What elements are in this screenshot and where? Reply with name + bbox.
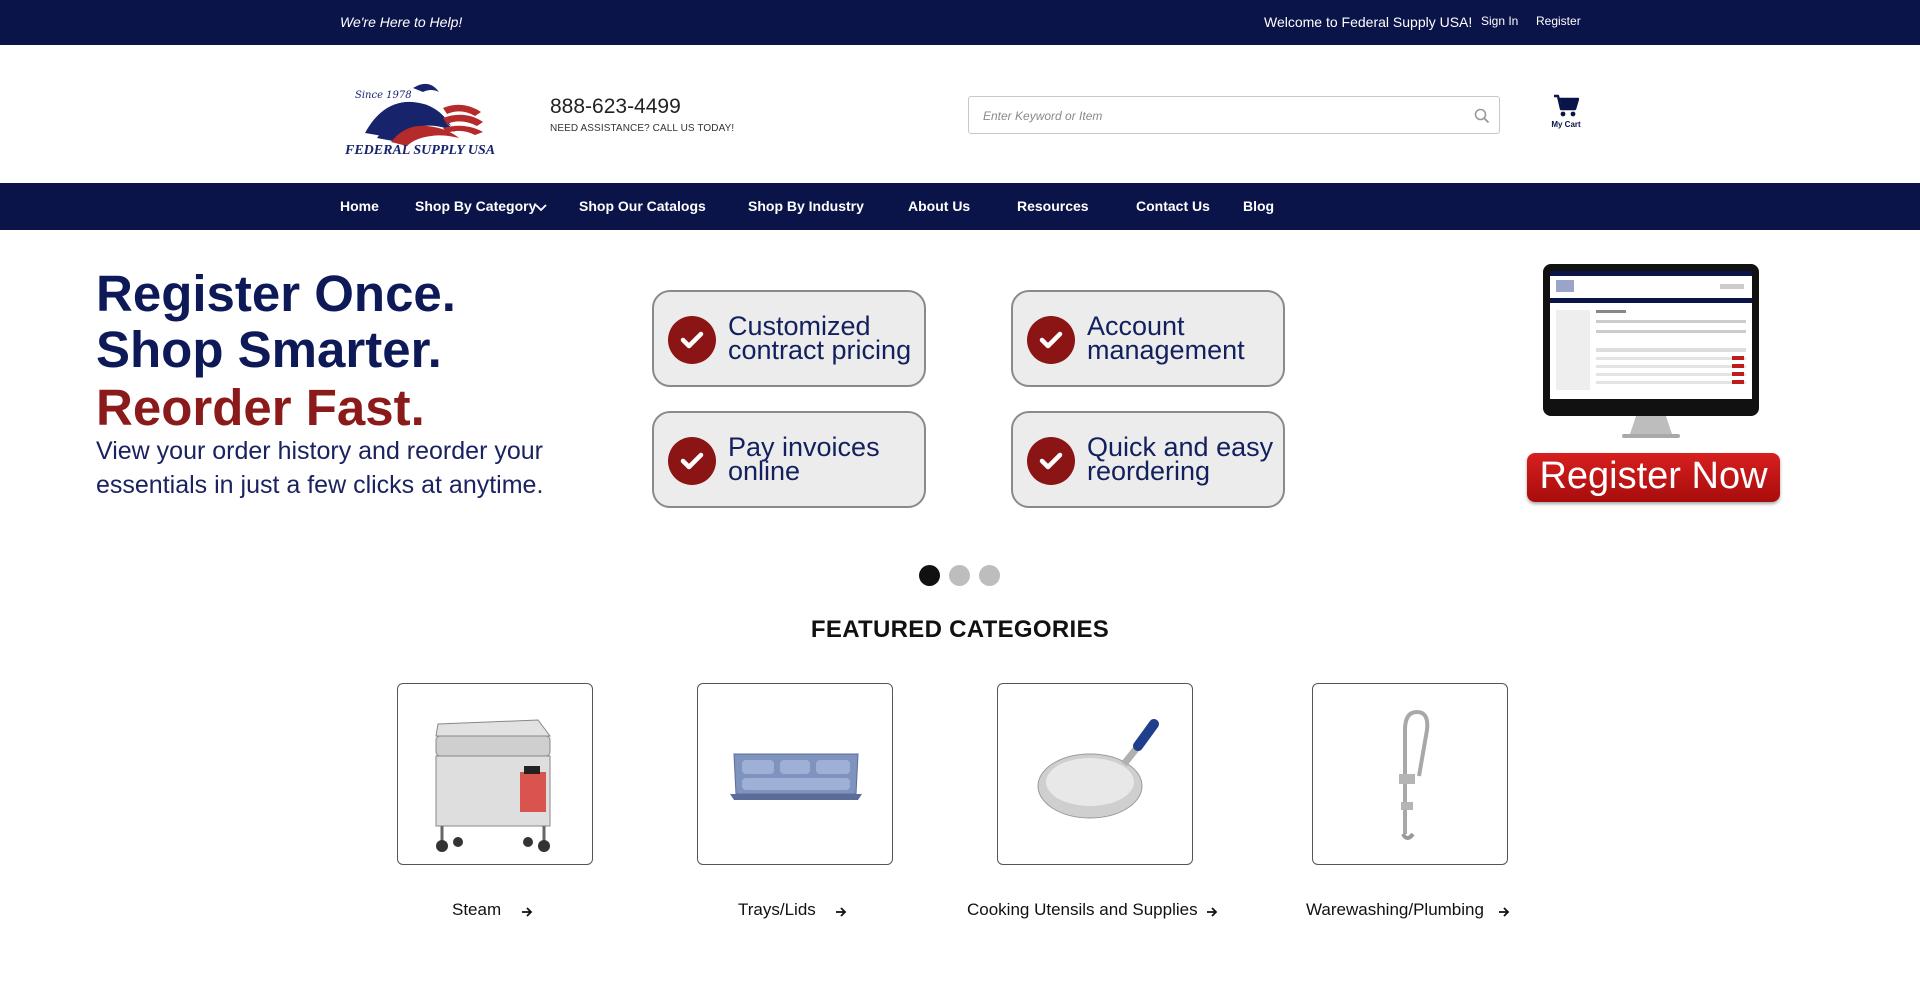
assistance-text: NEED ASSISTANCE? CALL US TODAY! [550,123,735,134]
check-icon [1027,316,1075,364]
nav-shop-by-category[interactable]: Shop By Category [415,198,536,214]
search-input[interactable] [983,106,1453,126]
category-label-cooking-utensils[interactable]: Cooking Utensils and Supplies [967,900,1198,920]
feature-box-contract-pricing: Customized contract pricing [652,290,926,387]
top-bar: We're Here to Help! Welcome to Federal S… [0,0,1920,45]
feature-box-reordering: Quick and easy reordering [1011,411,1285,508]
register-now-button[interactable]: Register Now [1527,453,1780,502]
search-icon[interactable] [1473,107,1491,125]
phone-number[interactable]: 888-623-4499 [550,95,681,119]
register-link[interactable]: Register [1536,14,1581,28]
faucet-image [1399,709,1430,840]
feature-box-account-management: Account management [1011,290,1285,387]
welcome-message: Welcome to Federal Supply USA! [1264,14,1473,30]
banner-headline-1: Register Once. [96,265,456,322]
cart-icon [1554,94,1579,117]
category-label-steam[interactable]: Steam [452,900,501,920]
help-tagline: We're Here to Help! [340,14,463,30]
feature-text: Customized contract pricing [728,311,912,365]
carousel-dot-3[interactable] [979,565,1000,586]
steam-kettle-image [435,719,551,852]
feature-text: Pay invoices online [728,432,880,486]
frying-pan-image [1037,719,1159,819]
category-card-warewashing-plumbing[interactable] [1312,683,1508,865]
main-navigation: Home Shop By Category Shop Our Catalogs … [0,183,1920,230]
check-icon [1027,437,1075,485]
chevron-down-icon[interactable] [535,200,547,212]
search-box [968,96,1500,134]
category-label-warewashing-plumbing[interactable]: Warewashing/Plumbing [1306,900,1484,920]
check-icon [668,437,716,485]
category-card-steam[interactable] [397,683,593,865]
category-card-trays-lids[interactable] [697,683,893,865]
tray-image [730,753,862,800]
banner-headline-2: Shop Smarter. [96,321,442,378]
feature-text: Quick and easy reordering [1087,432,1274,486]
nav-shop-our-catalogs[interactable]: Shop Our Catalogs [579,198,706,214]
arrow-right-icon[interactable] [1498,905,1510,917]
carousel-dot-2[interactable] [949,565,970,586]
feature-text: Account management [1087,311,1245,365]
arrow-right-icon[interactable] [835,905,847,917]
nav-contact-us[interactable]: Contact Us [1136,198,1210,214]
category-card-cooking-utensils[interactable] [997,683,1193,865]
arrow-right-icon[interactable] [521,905,533,917]
logo-wordmark: FEDERAL SUPPLY USA [344,143,495,158]
logo-since-text: Since 1978 [355,90,412,101]
category-label-trays-lids[interactable]: Trays/Lids [738,900,816,920]
federal-supply-logo[interactable]: Since 1978 FEDERAL SUPPLY USA [343,78,507,158]
cart-button[interactable]: My Cart [1546,94,1586,134]
nav-about-us[interactable]: About Us [908,198,970,214]
arrow-right-icon[interactable] [1206,905,1218,917]
cart-label: My Cart [1551,120,1581,129]
check-icon [668,316,716,364]
banner-subtext: View your order history and reorder your… [96,437,544,499]
carousel-dot-1[interactable] [919,565,940,586]
nav-shop-by-industry[interactable]: Shop By Industry [748,198,864,214]
sign-in-link[interactable]: Sign In [1481,14,1518,28]
nav-blog[interactable]: Blog [1243,198,1274,214]
nav-home[interactable]: Home [340,198,379,214]
feature-box-pay-invoices: Pay invoices online [652,411,926,508]
banner-headline-3: Reorder Fast. [96,379,425,436]
featured-categories-title: FEATURED CATEGORIES [810,616,1110,643]
nav-resources[interactable]: Resources [1017,198,1089,214]
monitor-screenshot-image [1540,262,1762,440]
